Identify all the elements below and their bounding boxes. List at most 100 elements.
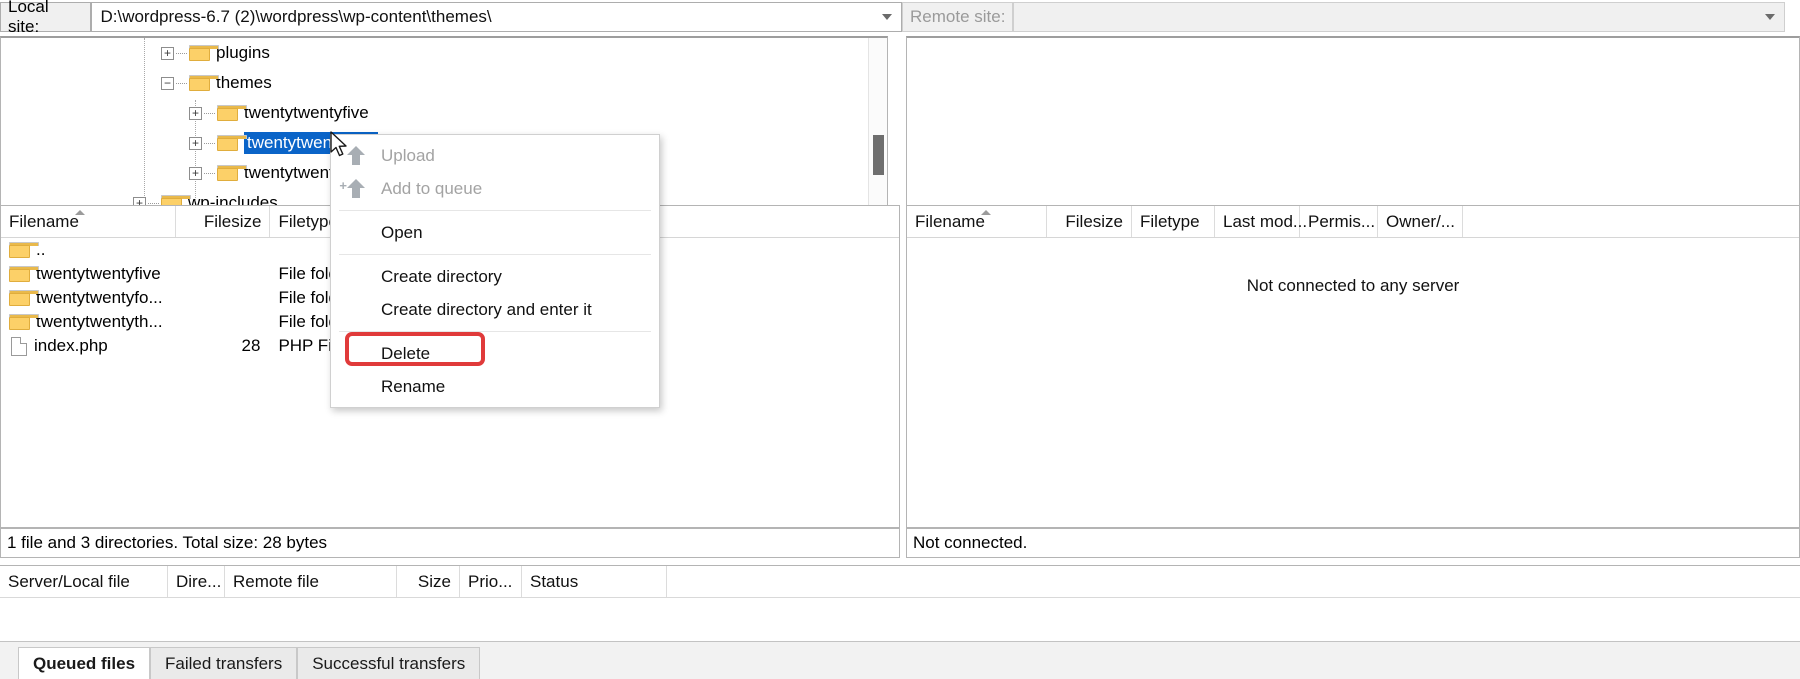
expand-icon-plugins[interactable]: +: [161, 46, 174, 60]
tab-successful-transfers[interactable]: Successful transfers: [297, 647, 481, 679]
chevron-down-icon-remote[interactable]: [1765, 14, 1776, 20]
column-header-filler: [1463, 206, 1799, 237]
transfer-queue-body[interactable]: [0, 598, 1800, 641]
remote-file-list[interactable]: Filename Filesize Filetype Last mod... P…: [906, 205, 1800, 528]
expand-icon-twentytwenty[interactable]: +: [189, 166, 202, 180]
column-header-label: Dire...: [176, 571, 222, 591]
queue-column-status[interactable]: Status: [522, 566, 667, 597]
column-header-label: Remote file: [233, 571, 319, 591]
queue-column-filler: [667, 566, 1800, 597]
tab-label: Queued files: [33, 653, 136, 673]
cell-filesize: 28: [241, 336, 261, 355]
tree-vertical-scrollbar[interactable]: [868, 38, 887, 207]
transfer-queue-header: Server/Local file Dire... Remote file Si…: [0, 566, 1800, 598]
menu-separator: [339, 331, 651, 332]
remote-site-path-combo[interactable]: [1013, 2, 1786, 32]
cell-filename: index.php: [34, 336, 108, 355]
column-header-filesize[interactable]: Filesize: [176, 206, 271, 237]
tree-dash: [204, 172, 215, 174]
column-header-filename[interactable]: Filename: [1, 206, 176, 237]
column-header-label: Permis...: [1308, 211, 1376, 231]
menu-item-delete[interactable]: Delete: [331, 337, 659, 370]
expand-icon-twentytwentyfive[interactable]: +: [189, 106, 202, 120]
column-header-label: Filesize: [203, 211, 262, 231]
column-header-label: Status: [530, 571, 579, 591]
column-header-label: Owner/...: [1386, 211, 1455, 231]
column-header-filetype-remote[interactable]: Filetype: [1132, 206, 1215, 237]
column-header-label: Server/Local file: [8, 571, 130, 591]
menu-item-upload[interactable]: Upload: [331, 139, 659, 172]
column-header-filename-remote[interactable]: Filename: [907, 206, 1047, 237]
column-header-label: Size: [417, 571, 451, 591]
cell-filename: twentytwentyfo...: [36, 288, 163, 307]
expand-icon-twentytwentyfour[interactable]: +: [189, 136, 202, 150]
cell-filename: twentytwentyth...: [36, 312, 163, 331]
folder-icon: [217, 105, 247, 121]
tree-dash: [176, 52, 187, 54]
queue-column-size[interactable]: Size: [397, 566, 460, 597]
column-header-label: Filename: [915, 211, 985, 231]
folder-icon: [9, 266, 39, 282]
local-site-path-combo[interactable]: D:\wordpress-6.7 (2)\wordpress\wp-conten…: [91, 2, 902, 32]
folder-icon: [189, 45, 219, 61]
transfer-tab-bar: Queued files Failed transfers Successful…: [0, 641, 1800, 679]
tree-node-twentytwentyfive[interactable]: + twentytwentyfive: [1, 98, 887, 128]
menu-item-rename[interactable]: Rename: [331, 370, 659, 403]
tree-node-themes[interactable]: − themes: [1, 68, 887, 98]
menu-item-label: Rename: [381, 376, 446, 396]
menu-separator: [339, 210, 651, 211]
remote-file-list-header: Filename Filesize Filetype Last mod... P…: [907, 206, 1799, 238]
tree-dash: [176, 82, 187, 84]
local-site-pane: Local site: D:\wordpress-6.7 (2)\wordpre…: [0, 0, 902, 36]
column-header-filesize-remote[interactable]: Filesize: [1047, 206, 1132, 237]
column-header-label: Filename: [9, 211, 79, 231]
folder-icon: [189, 75, 219, 91]
queue-column-remotefile[interactable]: Remote file: [225, 566, 397, 597]
folder-icon: [9, 290, 39, 306]
local-status-bar: 1 file and 3 directories. Total size: 28…: [0, 528, 900, 558]
menu-item-open[interactable]: Open: [331, 216, 659, 249]
queue-column-serverlocalfile[interactable]: Server/Local file: [0, 566, 168, 597]
local-site-path-value: D:\wordpress-6.7 (2)\wordpress\wp-conten…: [100, 7, 492, 26]
column-header-label: Prio...: [468, 571, 513, 591]
menu-item-create-directory[interactable]: Create directory: [331, 260, 659, 293]
chevron-down-icon[interactable]: [882, 14, 892, 20]
local-site-label: Local site:: [0, 0, 92, 36]
menu-item-label: Open: [381, 222, 423, 242]
column-header-permissions-remote[interactable]: Permis...: [1300, 206, 1378, 237]
folder-icon: [217, 135, 247, 151]
tree-node-plugins[interactable]: + plugins: [1, 38, 887, 68]
column-header-lastmodified-remote[interactable]: Last mod...: [1215, 206, 1307, 237]
folder-icon: [9, 242, 39, 258]
scrollbar-thumb[interactable]: [873, 135, 884, 175]
tab-failed-transfers[interactable]: Failed transfers: [150, 647, 298, 679]
remote-directory-tree[interactable]: [906, 36, 1800, 208]
cell-filename: twentytwentyfive: [36, 264, 161, 283]
remote-status-bar: Not connected.: [906, 528, 1800, 558]
column-header-owner-remote[interactable]: Owner/...: [1378, 206, 1463, 237]
sort-ascending-icon: [981, 210, 991, 215]
menu-item-create-directory-and-enter[interactable]: Create directory and enter it: [331, 293, 659, 326]
file-icon: [11, 336, 27, 356]
queue-column-priority[interactable]: Prio...: [460, 566, 522, 597]
tab-queued-files[interactable]: Queued files: [18, 647, 151, 679]
menu-item-add-to-queue[interactable]: + Add to queue: [331, 172, 659, 205]
transfer-queue-pane[interactable]: Server/Local file Dire... Remote file Si…: [0, 565, 1800, 641]
tree-dash: [148, 202, 159, 204]
menu-item-label: Delete: [381, 343, 431, 363]
queue-column-direction[interactable]: Dire...: [168, 566, 225, 597]
tree-node-label: twentytwenty: [244, 163, 343, 182]
menu-item-label: Create directory and enter it: [381, 299, 592, 319]
tab-label: Successful transfers: [312, 653, 466, 673]
remote-status-text: Not connected.: [913, 533, 1028, 552]
context-menu[interactable]: Upload + Add to queue Open Create direct…: [330, 134, 660, 408]
tree-dash: [204, 142, 215, 144]
folder-icon: [9, 314, 39, 330]
collapse-icon-themes[interactable]: −: [161, 76, 174, 90]
remote-file-list-body: Not connected to any server: [907, 238, 1799, 527]
menu-separator: [339, 254, 651, 255]
local-status-text: 1 file and 3 directories. Total size: 28…: [7, 533, 328, 552]
column-header-label: Last mod...: [1223, 211, 1308, 231]
remote-site-pane: Remote site:: [902, 0, 1800, 34]
menu-item-label: Create directory: [381, 266, 502, 286]
